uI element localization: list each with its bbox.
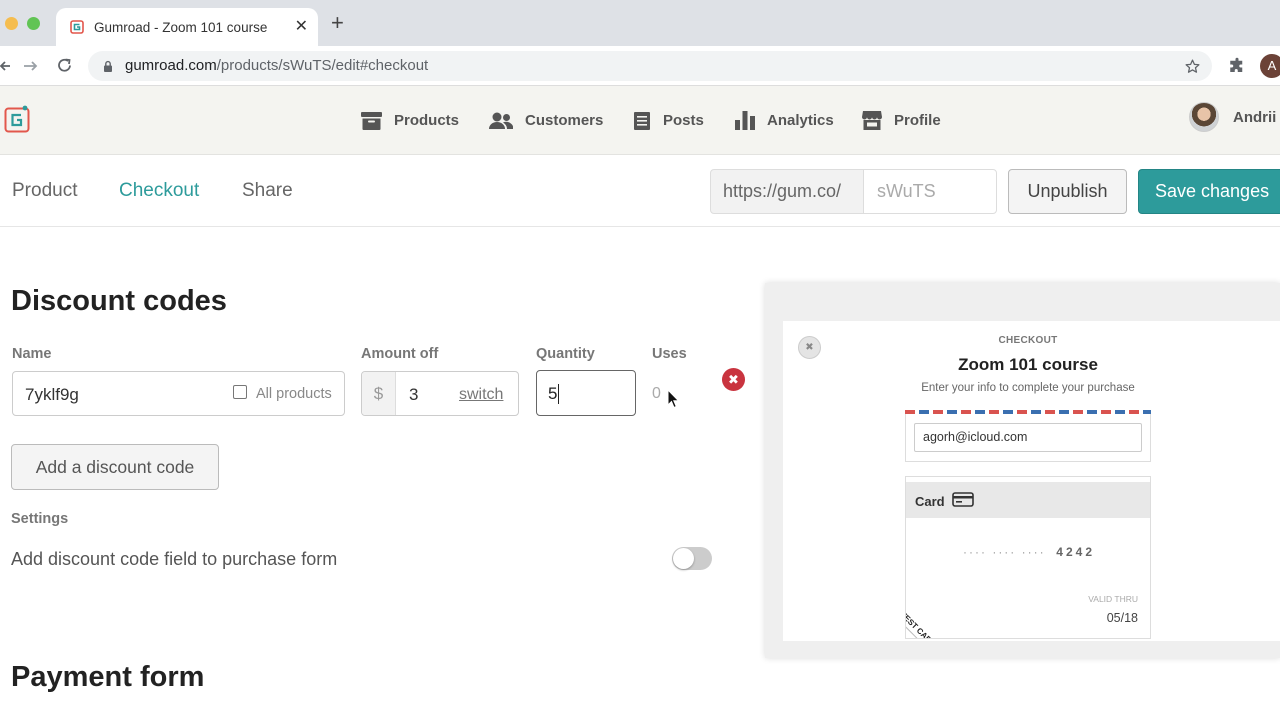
nav-posts[interactable]: Posts: [633, 86, 704, 155]
credit-card: Card ···· ···· ···· 4242 VALID THRU 05/1…: [905, 476, 1151, 639]
nav-analytics[interactable]: Analytics: [735, 86, 834, 155]
checkout-product-title: Zoom 101 course: [958, 355, 1098, 374]
user-avatar: [1189, 102, 1219, 132]
unpublish-button[interactable]: Unpublish: [1008, 169, 1127, 214]
discount-name-value: 7yklf9g: [25, 385, 79, 404]
nav-profile[interactable]: Profile: [862, 86, 941, 155]
gumroad-logo-icon[interactable]: [4, 105, 30, 133]
checkout-preview: ✖ CHECKOUT Zoom 101 course Enter your in…: [765, 283, 1280, 658]
url-text: gumroad.com/products/sWuTS/edit#checkout: [125, 57, 428, 74]
amount-column-label: Amount off: [361, 346, 439, 362]
all-products-checkbox[interactable]: [233, 385, 247, 399]
remove-discount-button[interactable]: ✖: [722, 368, 745, 391]
browser-toolbar: gumroad.com/products/sWuTS/edit#checkout…: [0, 46, 1280, 86]
tab-share[interactable]: Share: [242, 180, 293, 202]
browser-tab[interactable]: Gumroad - Zoom 101 course ✕: [56, 8, 318, 46]
new-tab-icon[interactable]: +: [331, 12, 344, 34]
quantity-value: 5: [548, 384, 558, 403]
card-number-last4: 4242: [1056, 545, 1095, 559]
lock-icon: [104, 60, 112, 72]
close-tab-icon[interactable]: ✕: [295, 16, 308, 36]
amount-off-field[interactable]: $ 3 switch: [361, 371, 519, 416]
tab-product[interactable]: Product: [12, 180, 77, 202]
card-header: Card: [906, 482, 1150, 518]
toggle-knob: [673, 548, 694, 569]
forward-icon[interactable]: [22, 58, 38, 74]
reload-icon[interactable]: [56, 57, 73, 74]
card-number-masked: ···· ···· ····: [963, 545, 1046, 559]
discount-field-toggle[interactable]: [672, 547, 712, 570]
address-bar[interactable]: gumroad.com/products/sWuTS/edit#checkout: [88, 51, 1212, 81]
amount-off-value: 3: [409, 385, 419, 404]
gumroad-favicon-icon: [70, 20, 84, 34]
document-icon: [634, 111, 650, 130]
checkout-preview-modal: ✖ CHECKOUT Zoom 101 course Enter your in…: [783, 321, 1280, 641]
bar-chart-icon: [735, 111, 755, 130]
uses-column-label: Uses: [652, 346, 687, 362]
tab-checkout[interactable]: Checkout: [119, 180, 199, 202]
nav-customers[interactable]: Customers: [489, 86, 603, 155]
checkout-subtitle: Enter your info to complete your purchas…: [921, 382, 1135, 394]
valid-thru-value: 05/18: [1106, 611, 1138, 625]
browser-profile-avatar[interactable]: A: [1260, 54, 1280, 78]
payment-form-heading: Payment form: [11, 661, 205, 693]
all-products-label: All products: [256, 386, 332, 402]
quantity-field[interactable]: 5: [536, 370, 636, 416]
checkout-label: CHECKOUT: [998, 335, 1058, 346]
settings-label: Settings: [11, 511, 69, 527]
card-number: ···· ···· ···· 4242: [906, 545, 1150, 559]
minimize-window-button[interactable]: [5, 17, 18, 30]
browser-tab-bar: Gumroad - Zoom 101 course ✕ +: [0, 0, 1280, 46]
url-prefix: https://gum.co/: [710, 169, 864, 214]
name-column-label: Name: [12, 346, 52, 362]
slug-input[interactable]: sWuTS: [863, 169, 997, 214]
user-name: Andrii: [1233, 108, 1277, 126]
bookmark-star-icon[interactable]: [1184, 58, 1201, 75]
uses-value: 0: [652, 385, 661, 402]
user-menu[interactable]: Andrii: [1189, 102, 1276, 132]
nav-analytics-label: Analytics: [767, 112, 834, 129]
save-changes-button[interactable]: Save changes: [1138, 169, 1280, 214]
currency-symbol: $: [362, 372, 396, 415]
email-field[interactable]: agorh@icloud.com: [914, 423, 1142, 452]
text-caret: [558, 384, 559, 404]
test-card-ribbon: TEST CARD: [906, 605, 943, 638]
switch-amount-type-link[interactable]: switch: [459, 386, 503, 404]
credit-card-icon: [952, 492, 974, 507]
discount-codes-heading: Discount codes: [11, 285, 227, 317]
nav-products[interactable]: Products: [361, 86, 459, 155]
store-icon: [862, 111, 882, 130]
nav-profile-label: Profile: [894, 112, 941, 129]
maximize-window-button[interactable]: [27, 17, 40, 30]
discount-field-setting-label: Add discount code field to purchase form: [11, 549, 338, 569]
email-envelope: agorh@icloud.com: [905, 410, 1151, 462]
url-host: gumroad.com: [125, 57, 217, 74]
airmail-stripe: [905, 410, 1151, 414]
quantity-column-label: Quantity: [536, 346, 595, 362]
product-subheader: Product Checkout Share https://gum.co/ s…: [0, 155, 1280, 227]
add-discount-code-button[interactable]: Add a discount code: [11, 444, 219, 490]
nav-posts-label: Posts: [663, 112, 704, 129]
mouse-pointer-icon: [667, 389, 680, 409]
archive-icon: [361, 111, 382, 130]
nav-customers-label: Customers: [525, 112, 604, 129]
back-icon[interactable]: [0, 58, 12, 74]
nav-products-label: Products: [394, 112, 460, 129]
users-icon: [489, 112, 513, 129]
app-header: Products Customers Posts Analytics Profi…: [0, 86, 1280, 155]
extensions-puzzle-icon[interactable]: [1228, 57, 1246, 75]
url-path: /products/sWuTS/edit#checkout: [216, 57, 429, 74]
card-label: Card: [915, 494, 945, 509]
valid-thru-label: VALID THRU: [1088, 594, 1138, 604]
tab-title: Gumroad - Zoom 101 course: [94, 20, 268, 35]
discount-name-field[interactable]: 7yklf9g All products: [12, 371, 345, 416]
